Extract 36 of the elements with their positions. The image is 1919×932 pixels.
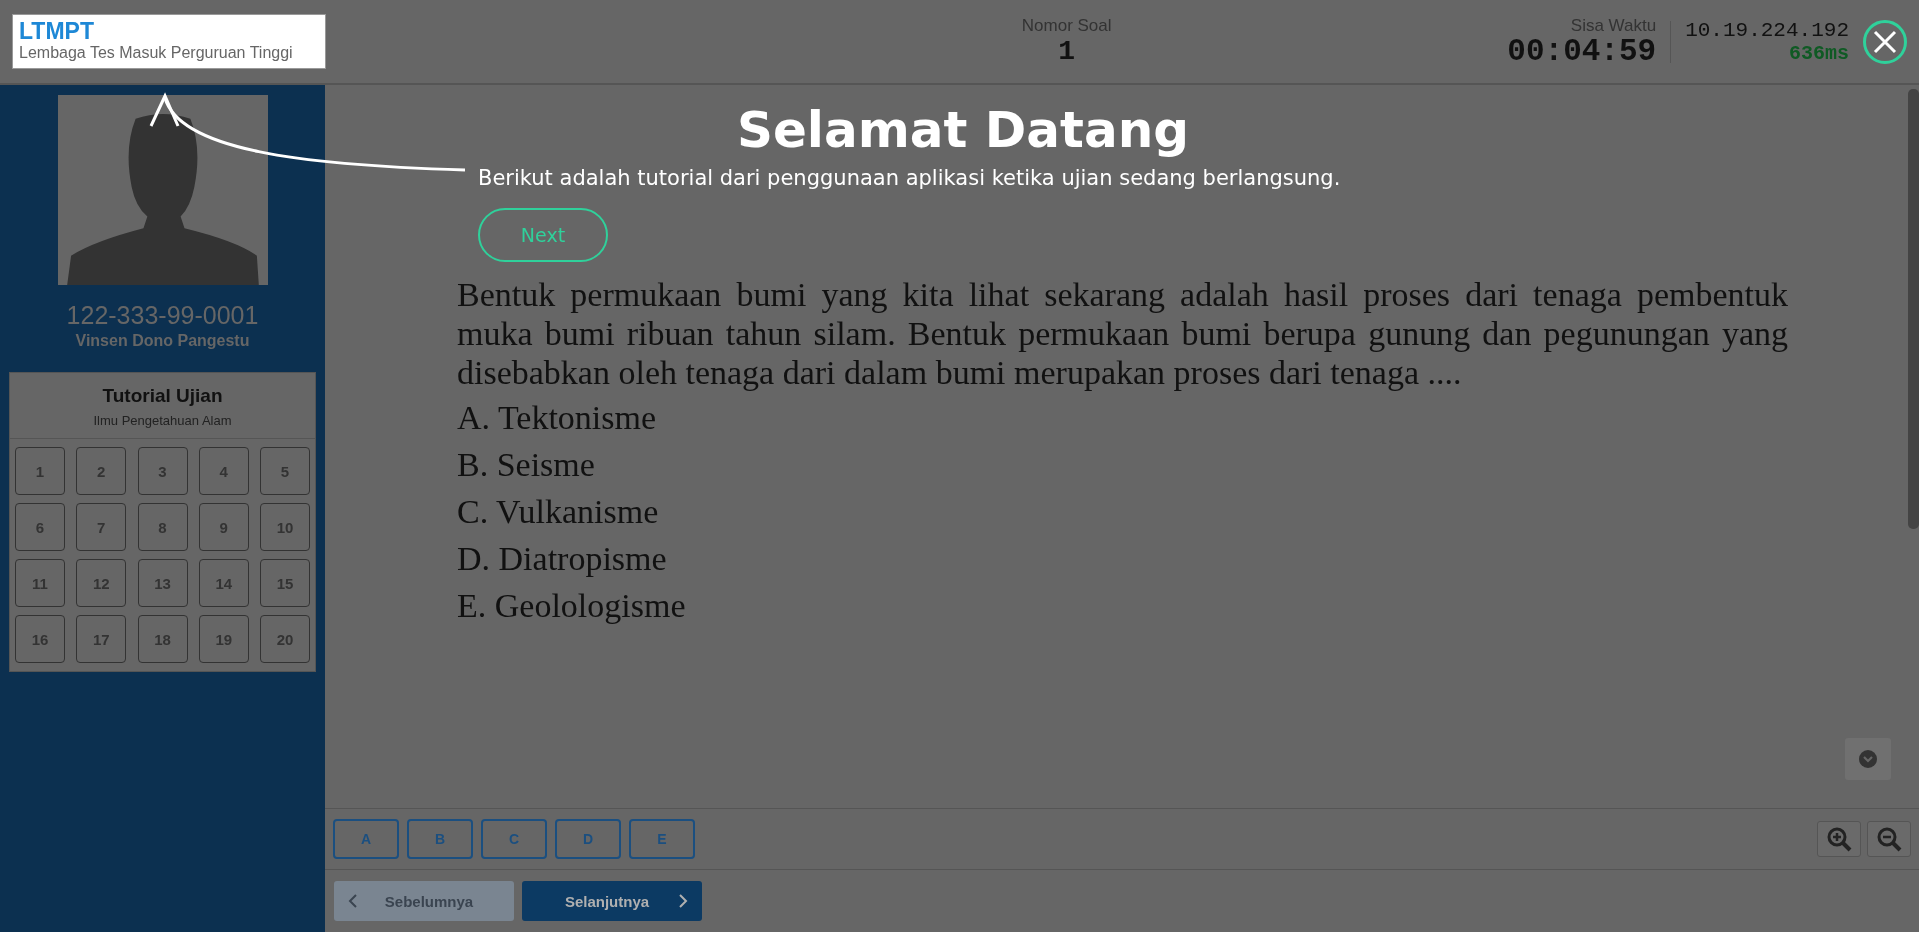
scrollbar[interactable]	[1908, 89, 1919, 529]
zoom-out-button[interactable]	[1867, 821, 1911, 857]
answer-option: E. Geolologisme	[457, 584, 1788, 627]
answer-button[interactable]: B	[407, 819, 473, 859]
logo-title: LTMPT	[19, 19, 95, 43]
tutorial-title: Selamat Datang	[735, 100, 1191, 160]
zoom-out-icon	[1876, 826, 1902, 852]
answer-button[interactable]: A	[333, 819, 399, 859]
answer-option: C. Vulkanisme	[457, 490, 1788, 533]
answer-button[interactable]: D	[555, 819, 621, 859]
close-button[interactable]	[1863, 19, 1907, 64]
logo-subtitle: Lembaga Tes Masuk Perguruan Tinggi	[19, 43, 294, 63]
next-question-button[interactable]: Selanjutnya	[522, 881, 702, 921]
timer: 00:04:59	[1507, 35, 1657, 68]
participant-id: 122-333-99-0001	[66, 301, 259, 330]
panel-subtitle: Ilmu Pengetahuan Alam	[93, 413, 232, 428]
chevron-left-icon	[348, 894, 358, 908]
chevron-right-icon	[678, 894, 688, 908]
tutorial-text: Berikut adalah tutorial dari penggunaan aplikasi ketika ujian sedang berlangsung.	[478, 166, 1342, 190]
close-icon	[1872, 28, 1898, 55]
chevron-down-icon	[1859, 750, 1877, 768]
zoom-in-button[interactable]	[1817, 821, 1861, 857]
scroll-down-button[interactable]	[1845, 738, 1891, 780]
latency: 636ms	[1788, 41, 1849, 65]
panel-title: Tutorial Ujian	[102, 385, 223, 407]
question-number: 1	[1058, 36, 1076, 67]
answer-button[interactable]: C	[481, 819, 547, 859]
answer-button[interactable]: E	[629, 819, 695, 859]
participant-name: Vinsen Dono Pangestu	[75, 332, 250, 350]
zoom-in-icon	[1826, 826, 1852, 852]
tutorial-next-button[interactable]: Next	[478, 208, 608, 262]
server-ip: 10.19.224.192	[1685, 18, 1849, 42]
question-text: Bentuk permukaan bumi yang kita lihat sekarang adalah hasil proses dari tenaga pembentuk muka bumi ribuan tahun silam. Bentuk permukaan bumi berupa gunung dan pegunungan yang disebabkan oleh tenaga dari dalam bumi merupakan proses dari tenaga ....	[457, 275, 1788, 392]
answer-option: D. Diatropisme	[457, 537, 1788, 580]
answer-option: B. Seisme	[457, 443, 1788, 486]
answer-option: A. Tektonisme	[457, 396, 1788, 439]
